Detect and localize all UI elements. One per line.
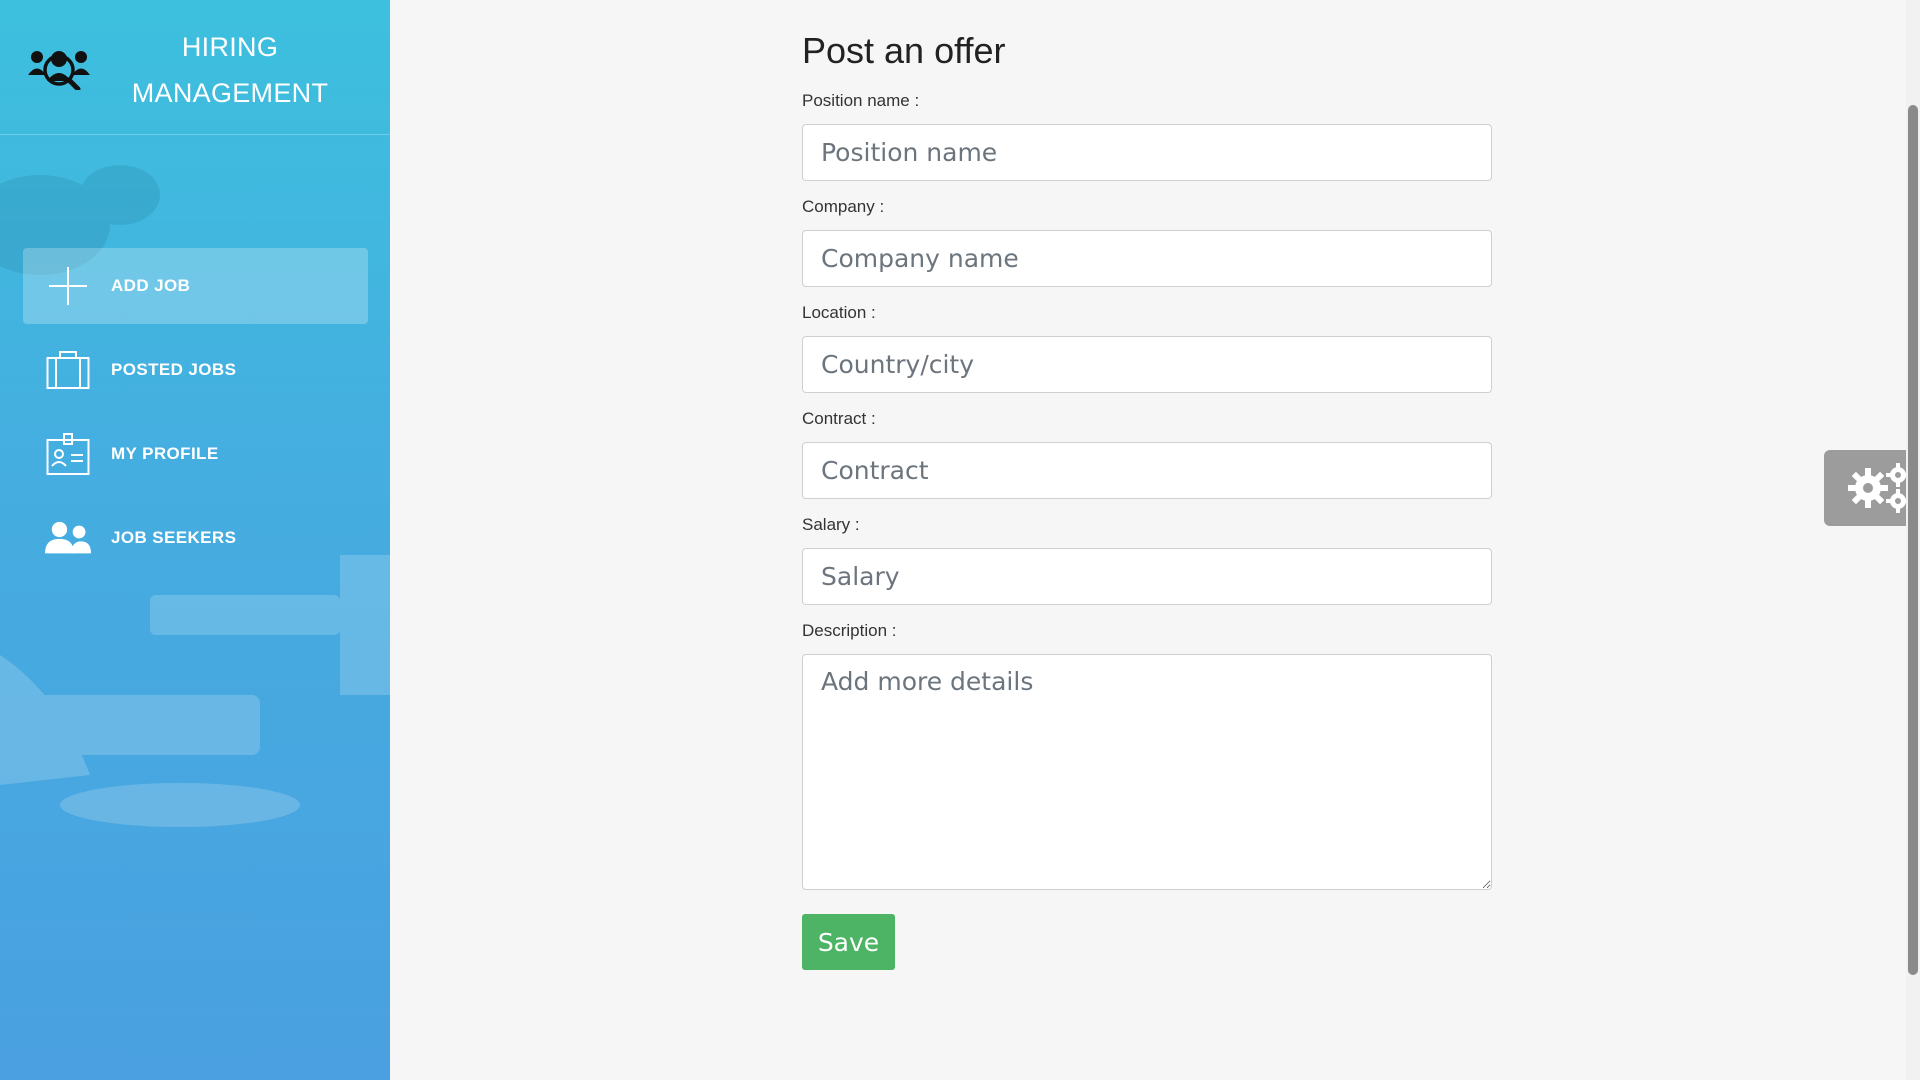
app-title-line-1: HIRING bbox=[181, 32, 279, 62]
main-content: Post an offer Position name : Company : … bbox=[390, 0, 1920, 1080]
scrollbar-thumb[interactable] bbox=[1908, 105, 1918, 975]
sidebar-item-job-seekers[interactable]: JOB SEEKERS bbox=[23, 500, 368, 576]
sidebar-item-label: JOB SEEKERS bbox=[111, 528, 237, 547]
sidebar-item-posted-jobs[interactable]: POSTED JOBS bbox=[23, 332, 368, 408]
app-title-line-2: MANAGEMENT bbox=[131, 78, 329, 108]
brand-header: HIRING MANAGEMENT bbox=[0, 0, 390, 135]
description-label: Description : bbox=[802, 621, 897, 640]
briefcase-icon bbox=[45, 347, 91, 393]
save-button[interactable]: Save bbox=[802, 914, 895, 970]
id-card-icon bbox=[45, 431, 91, 477]
salary-label: Salary : bbox=[802, 515, 860, 534]
plus-icon bbox=[45, 263, 91, 309]
sidebar-item-label: MY PROFILE bbox=[111, 444, 219, 463]
company-input[interactable] bbox=[802, 230, 1492, 287]
sidebar-nav: ADD JOB POSTED JOBS MY PROFILE JOB SEEKE… bbox=[0, 248, 390, 584]
salary-input[interactable] bbox=[802, 548, 1492, 605]
page-title: Post an offer bbox=[802, 30, 1006, 71]
scrollbar-track[interactable] bbox=[1906, 0, 1920, 1080]
contract-input[interactable] bbox=[802, 442, 1492, 499]
contract-label: Contract : bbox=[802, 409, 876, 428]
users-icon bbox=[45, 515, 91, 561]
sidebar: HIRING MANAGEMENT ADD JOB POSTED JOBS MY… bbox=[0, 0, 390, 1080]
company-label: Company : bbox=[802, 197, 885, 216]
position-name-input[interactable] bbox=[802, 124, 1492, 181]
post-offer-form: Post an offer Position name : Company : … bbox=[802, 28, 1492, 970]
location-label: Location : bbox=[802, 303, 876, 322]
location-input[interactable] bbox=[802, 336, 1492, 393]
sidebar-item-label: POSTED JOBS bbox=[111, 360, 237, 379]
position-name-label: Position name : bbox=[802, 91, 920, 110]
app-title: HIRING MANAGEMENT bbox=[110, 24, 350, 116]
team-search-icon bbox=[28, 51, 90, 90]
sidebar-item-label: ADD JOB bbox=[111, 276, 191, 295]
sidebar-item-add-job[interactable]: ADD JOB bbox=[23, 248, 368, 324]
description-textarea[interactable] bbox=[802, 654, 1492, 890]
sidebar-item-my-profile[interactable]: MY PROFILE bbox=[23, 416, 368, 492]
